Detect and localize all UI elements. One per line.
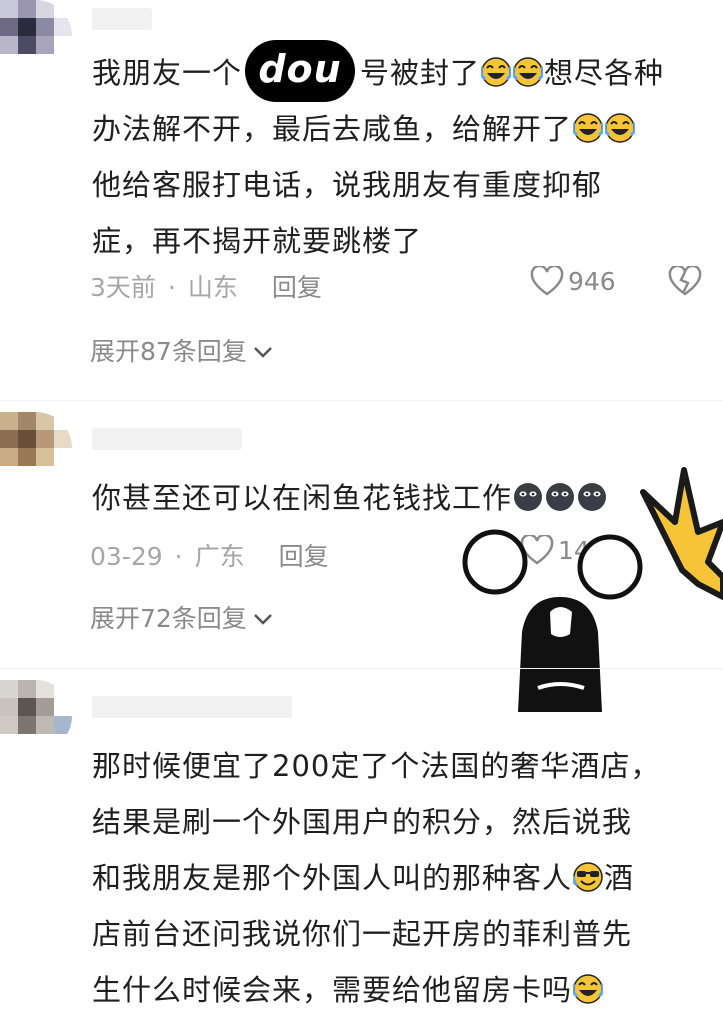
- like-count: 946: [568, 267, 616, 296]
- laughing-tears-emoji: [603, 105, 637, 144]
- expand-replies-button[interactable]: 展开87条回复: [90, 332, 273, 368]
- dislike-button[interactable]: [668, 264, 706, 296]
- heart-outline-icon: [530, 264, 564, 296]
- sunglasses-emoji: [571, 854, 604, 893]
- divider: [0, 400, 723, 401]
- avatar[interactable]: [0, 412, 72, 484]
- username[interactable]: [92, 8, 152, 30]
- laughing-tears-emoji: [571, 966, 605, 1005]
- laughing-tears-emoji: [479, 49, 513, 88]
- comment-text: 那时候便宜了200定了个法国的奢华酒店， 结果是刷一个外国用户的积分，然后说我 …: [92, 749, 661, 1007]
- expand-replies-button[interactable]: 展开72条回复: [90, 599, 273, 635]
- username[interactable]: [92, 428, 242, 450]
- like-button[interactable]: 946: [530, 264, 616, 296]
- reply-button[interactable]: 回复: [279, 542, 329, 571]
- broken-heart-icon: [668, 264, 702, 296]
- laughing-tears-emoji: [571, 105, 605, 144]
- comment-text: 我朋友一个 号被封了 想尽各种 办法解不开，最后去咸鱼，给解开了 他给客服打电话，说…: [92, 45, 664, 269]
- chevron-down-icon: [253, 347, 272, 358]
- username[interactable]: [92, 696, 292, 718]
- dou-badge: dou: [245, 40, 355, 102]
- comment-meta: 03-29 · 广东 回复: [90, 542, 329, 571]
- comment-location: 广东: [194, 542, 245, 571]
- shocked-face-sticker: [462, 467, 723, 712]
- laughing-tears-emoji: [511, 49, 545, 88]
- comment-meta: 3天前 · 山东 回复: [90, 273, 322, 302]
- avatar[interactable]: [0, 680, 72, 752]
- divider: [0, 668, 723, 669]
- reply-button[interactable]: 回复: [272, 273, 322, 302]
- comment-time: 3天前: [90, 273, 156, 302]
- comment-location: 山东: [187, 273, 238, 302]
- comment-time: 03-29: [90, 542, 163, 571]
- avatar[interactable]: [0, 0, 72, 72]
- chevron-down-icon: [253, 614, 272, 625]
